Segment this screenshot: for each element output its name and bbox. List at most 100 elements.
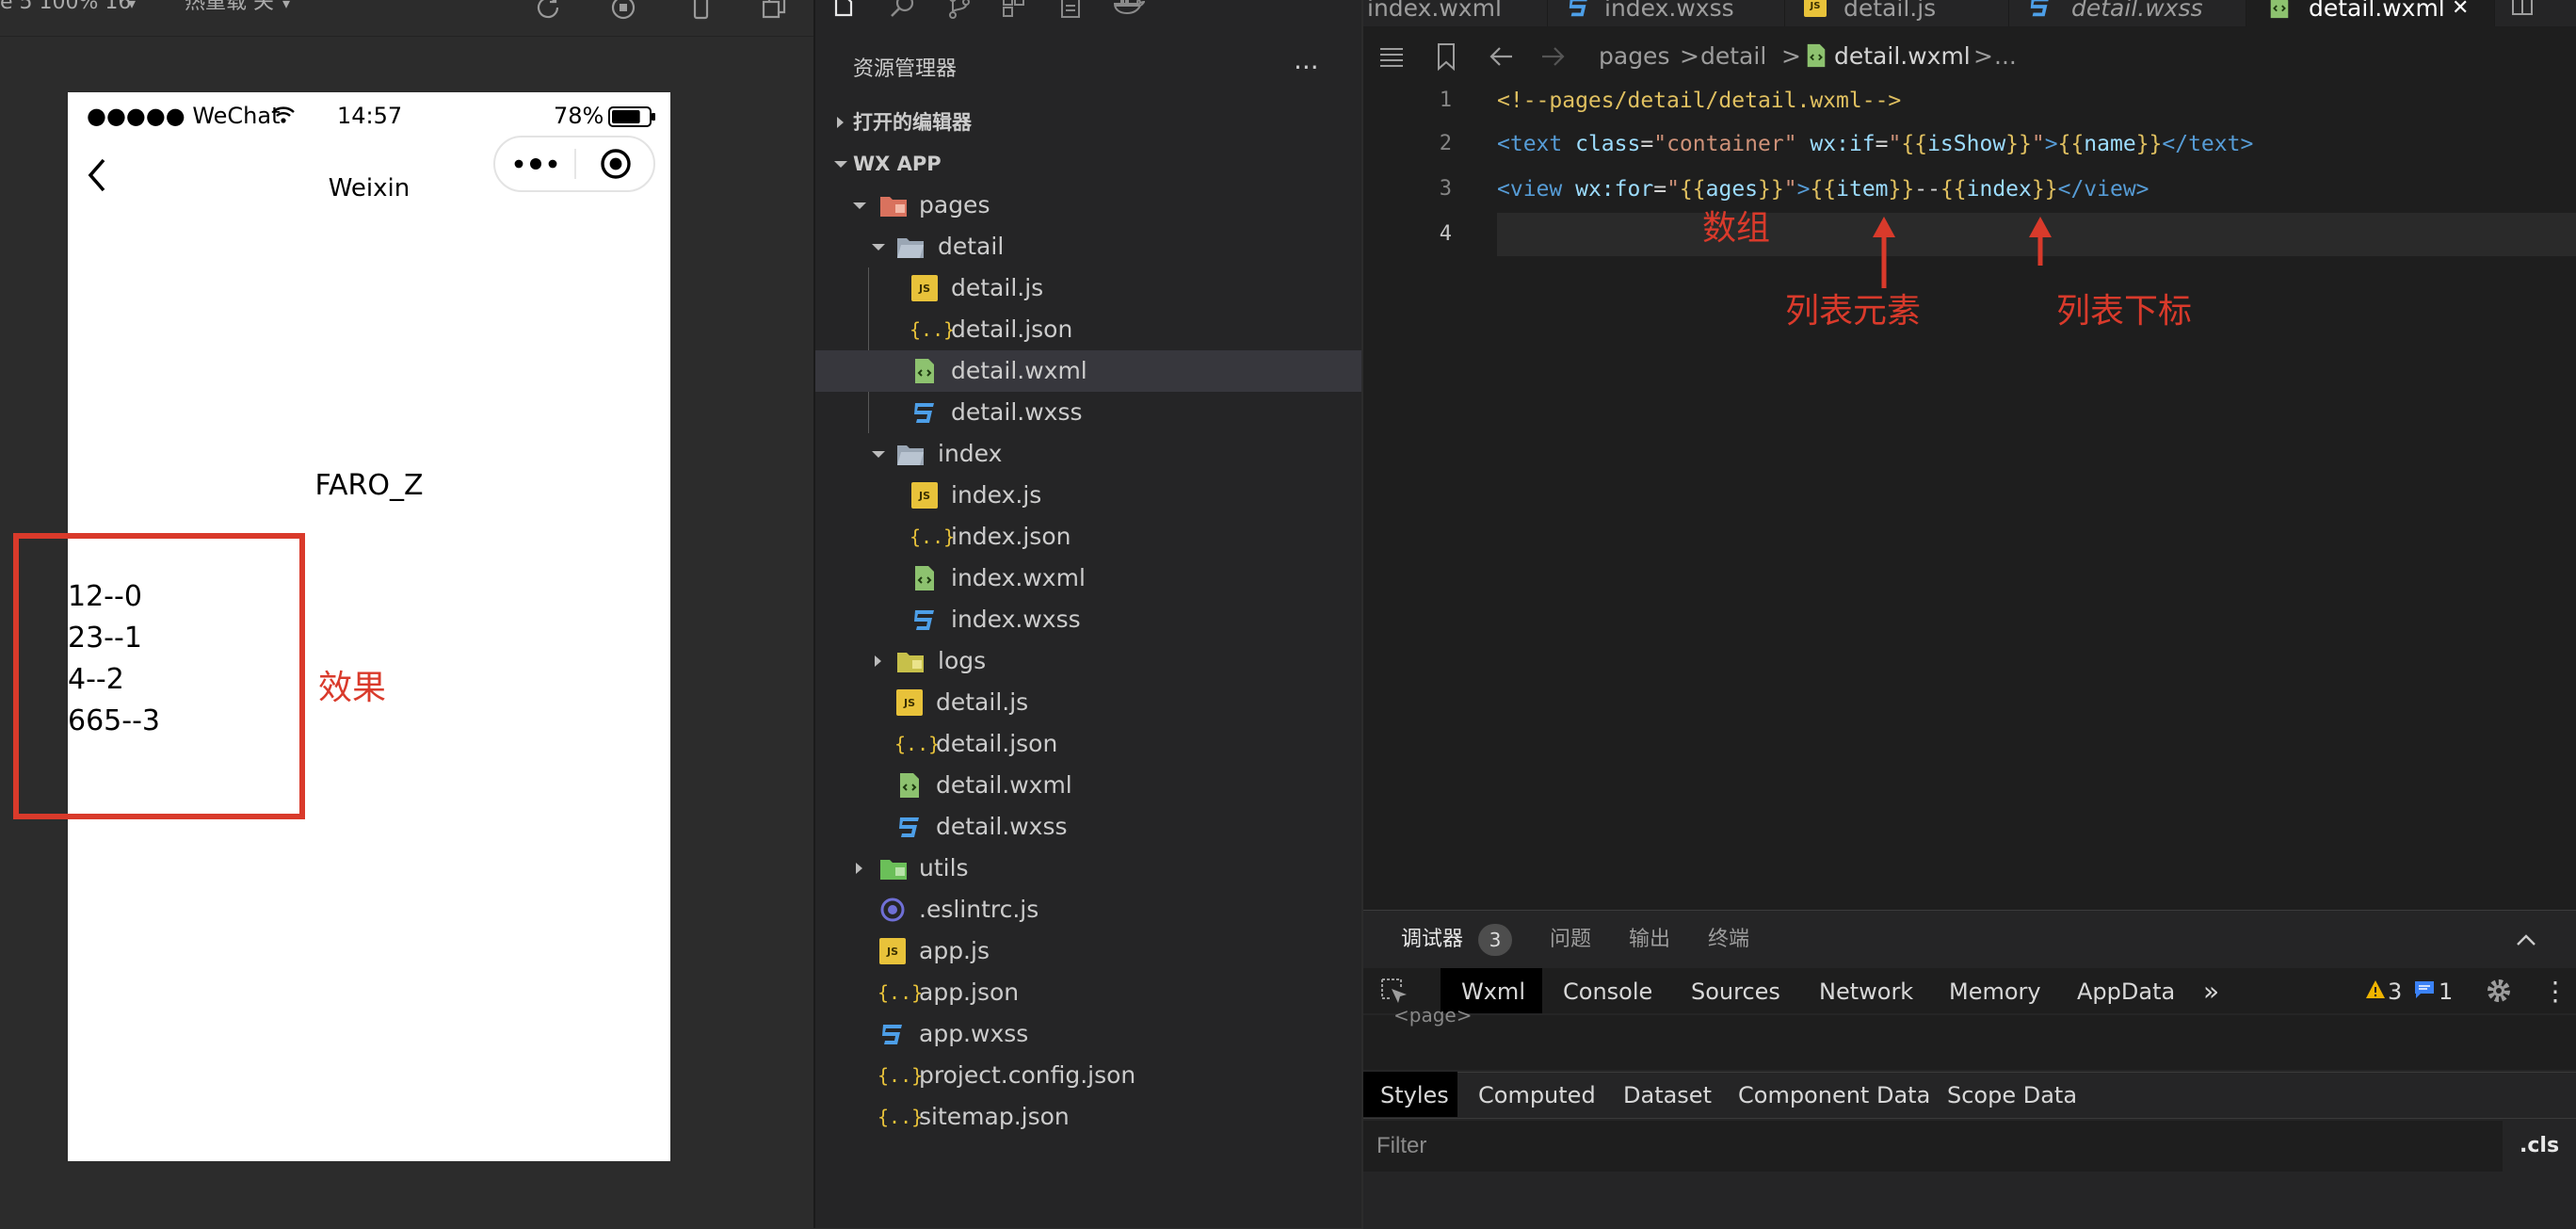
tree-file-detail-wxss[interactable]: detail.wxss <box>815 392 1361 433</box>
arrow-left-icon[interactable] <box>1488 41 1516 72</box>
tree-file-root-detail-wxss[interactable]: detail.wxss <box>815 806 1361 848</box>
code-token: "container" <box>1653 132 1797 156</box>
tree-file-app-json[interactable]: {..} app.json <box>815 972 1361 1013</box>
code-line-3[interactable]: <view wx:for="{{ages}}">{{item}}--{{inde… <box>1497 168 2149 211</box>
js-file-icon: JS <box>896 689 923 716</box>
tree-file-app-js[interactable]: JS app.js <box>815 930 1361 972</box>
source-control-icon[interactable] <box>945 0 974 21</box>
tree-file-detail-json[interactable]: {..} detail.json <box>815 309 1361 350</box>
tab-terminal[interactable]: 终端 <box>1708 923 1749 957</box>
tree-file-detail-wxml[interactable]: detail.wxml <box>815 350 1361 392</box>
tree-label: app.wxss <box>919 1020 1029 1047</box>
arrow-right-icon[interactable] <box>1538 41 1567 72</box>
tab-index-wxss[interactable]: index.wxss <box>1548 0 1785 26</box>
tab-problems[interactable]: 问题 <box>1550 923 1591 957</box>
refresh-icon[interactable] <box>533 0 567 26</box>
tab-output[interactable]: 输出 <box>1629 923 1670 957</box>
hot-reload-toggle[interactable]: 热重载 关 <box>185 0 274 26</box>
tab-index-wxml[interactable]: index.wxml <box>1363 0 1548 26</box>
bookmark-icon[interactable] <box>1433 41 1459 72</box>
explorer-more-button[interactable]: ··· <box>1294 51 1319 85</box>
status-carrier: ●●●●● WeChat <box>87 103 281 129</box>
style-tab-scope-data[interactable]: Scope Data <box>1947 1075 2077 1116</box>
tree-folder-logs[interactable]: logs <box>815 640 1361 682</box>
tab-detail-js[interactable]: JS detail.js <box>1785 0 2009 26</box>
open-editors-section[interactable]: 打开的编辑器 <box>815 102 1361 143</box>
phone-icon[interactable] <box>685 0 719 26</box>
tree-file-project-config[interactable]: {..} project.config.json <box>815 1055 1361 1096</box>
tab-detail-wxss[interactable]: detail.wxss <box>2009 0 2246 26</box>
code-line-1[interactable]: <!--pages/detail/detail.wxml--> <box>1497 79 1901 122</box>
copy-window-icon[interactable] <box>759 0 793 26</box>
tree-file-detail-js[interactable]: JS detail.js <box>815 267 1361 309</box>
tab-debugger[interactable]: 调试器 <box>1401 923 1463 957</box>
message-count[interactable]: 1 <box>2439 970 2453 1013</box>
tree-folder-utils[interactable]: utils <box>815 848 1361 889</box>
style-tab-computed[interactable]: Computed <box>1478 1075 1596 1116</box>
device-select[interactable]: e 5 100% 16 <box>0 0 131 26</box>
tree-file-index-wxml[interactable]: index.wxml <box>815 558 1361 599</box>
devtools-tab-sources[interactable]: Sources <box>1691 970 1780 1013</box>
code-token: wx:for <box>1575 177 1654 202</box>
simulator-toolbar: e 5 100% 16 ▾ 热重载 关 ▾ <box>0 0 813 37</box>
docker-icon[interactable] <box>1113 0 1145 21</box>
tree-file-root-detail-js[interactable]: JS detail.js <box>815 682 1361 723</box>
kebab-menu-icon[interactable]: ⋮ <box>2542 970 2568 1013</box>
devtools-tab-network[interactable]: Network <box>1819 970 1913 1013</box>
tree-file-root-detail-wxml[interactable]: detail.wxml <box>815 765 1361 806</box>
close-icon[interactable]: ✕ <box>2452 0 2469 24</box>
more-dots-icon[interactable] <box>512 151 559 177</box>
code-line-2[interactable]: <text class="container" wx:if="{{isShow}… <box>1497 122 2253 166</box>
tree-file-app-wxss[interactable]: app.wxss <box>815 1013 1361 1055</box>
close-target-icon[interactable] <box>599 147 633 181</box>
style-tab-styles[interactable]: Styles <box>1380 1075 1449 1116</box>
extensions-icon[interactable] <box>1000 0 1028 21</box>
devtools-tab-memory[interactable]: Memory <box>1949 970 2041 1013</box>
cls-toggle-button[interactable]: .cls <box>2520 1127 2559 1165</box>
tree-label: detail.wxml <box>936 771 1072 799</box>
tree-file-root-detail-json[interactable]: {..} detail.json <box>815 723 1361 765</box>
tree-file-index-js[interactable]: JS index.js <box>815 475 1361 516</box>
tree-label: detail.wxml <box>951 357 1087 384</box>
search-icon[interactable] <box>889 0 917 21</box>
tab-detail-wxml[interactable]: detail.wxml ✕ <box>2246 0 2495 26</box>
list-item-annotation: 列表元素 <box>1785 292 1922 331</box>
debug-icon[interactable] <box>1056 0 1085 21</box>
chevron-up-icon[interactable] <box>2514 929 2538 951</box>
breadcrumb-file[interactable]: detail.wxml <box>1834 34 1971 79</box>
more-tabs-button[interactable]: » <box>2203 970 2219 1013</box>
tree-folder-index[interactable]: index <box>815 433 1361 475</box>
tree-file-sitemap[interactable]: {..} sitemap.json <box>815 1096 1361 1138</box>
js-file-icon: JS <box>911 482 938 509</box>
dom-node-page[interactable]: <page> <box>1393 1002 1472 1028</box>
json-file-icon: {..} <box>877 981 924 1004</box>
style-tab-component-data[interactable]: Component Data <box>1738 1075 1930 1116</box>
folder-open-icon <box>896 234 924 260</box>
eslint-icon <box>879 897 906 923</box>
split-editor-icon[interactable] <box>2510 0 2535 19</box>
tree-file-index-json[interactable]: {..} index.json <box>815 516 1361 558</box>
devtools-tab-appdata[interactable]: AppData <box>2077 970 2175 1013</box>
gear-icon[interactable] <box>2484 976 2514 1006</box>
warning-count[interactable]: 3 <box>2388 970 2402 1013</box>
tree-label: detail.js <box>951 274 1044 301</box>
wxml-file-icon <box>911 565 938 591</box>
stop-icon[interactable] <box>608 0 642 26</box>
style-tab-dataset[interactable]: Dataset <box>1623 1075 1712 1116</box>
breadcrumb-ellipsis[interactable]: ... <box>1994 34 2017 79</box>
breadcrumb-pages[interactable]: pages <box>1599 34 1669 79</box>
tree-label: detail.wxss <box>936 813 1068 840</box>
tree-file-eslintrc[interactable]: .eslintrc.js <box>815 889 1361 930</box>
breadcrumb-detail[interactable]: detail <box>1700 34 1766 79</box>
code-token: {{ <box>1901 132 1928 156</box>
devtools-tab-console[interactable]: Console <box>1563 970 1652 1013</box>
tree-folder-pages[interactable]: pages <box>815 185 1361 226</box>
tree-folder-detail[interactable]: detail <box>815 226 1361 267</box>
dom-tree-area[interactable] <box>1363 1015 2576 1070</box>
list-icon[interactable] <box>1377 41 1407 72</box>
styles-filter-input[interactable] <box>1377 1127 1847 1165</box>
files-icon[interactable] <box>830 0 859 21</box>
workspace-section[interactable]: WX APP <box>815 143 1361 185</box>
tree-file-index-wxss[interactable]: index.wxss <box>815 599 1361 640</box>
js-file-icon: JS <box>1804 0 1827 17</box>
